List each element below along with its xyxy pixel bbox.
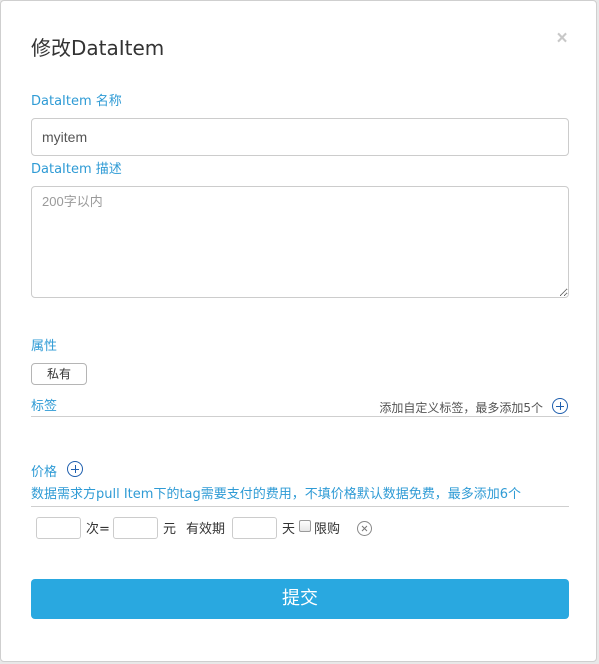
name-input[interactable] <box>31 118 569 156</box>
price-label: 价格 <box>31 465 58 480</box>
days-input[interactable] <box>232 517 277 539</box>
amount-input[interactable] <box>113 517 158 539</box>
times-unit-label: 次= <box>86 522 110 537</box>
limit-label: 限购 <box>314 522 341 537</box>
close-icon[interactable]: × <box>554 29 570 49</box>
tags-divider <box>31 416 569 417</box>
times-input[interactable] <box>36 517 81 539</box>
description-textarea[interactable] <box>31 186 569 298</box>
limit-checkbox[interactable] <box>299 520 311 532</box>
description-label: DataItem 描述 <box>31 162 122 177</box>
tags-label: 标签 <box>31 399 58 414</box>
add-price-plus-icon[interactable] <box>67 461 83 477</box>
remove-price-icon[interactable] <box>357 521 372 536</box>
currency-unit-label: 元 <box>163 522 177 537</box>
price-divider <box>31 506 569 507</box>
submit-button[interactable]: 提交 <box>31 579 569 619</box>
add-tag-plus-icon[interactable] <box>552 398 568 414</box>
add-tag-hint: 添加自定义标签，最多添加5个 <box>379 401 543 415</box>
private-button[interactable]: 私有 <box>31 363 87 385</box>
dialog-title: 修改DataItem <box>31 36 165 60</box>
validity-label: 有效期 <box>186 522 226 537</box>
attributes-label: 属性 <box>31 339 58 354</box>
price-hint: 数据需求方pull Item下的tag需要支付的费用，不填价格默认数据免费，最多… <box>31 487 522 502</box>
days-unit-label: 天 <box>282 522 296 537</box>
edit-dataitem-dialog: 修改DataItem × DataItem 名称 DataItem 描述 属性 … <box>0 0 597 662</box>
name-label: DataItem 名称 <box>31 94 122 109</box>
